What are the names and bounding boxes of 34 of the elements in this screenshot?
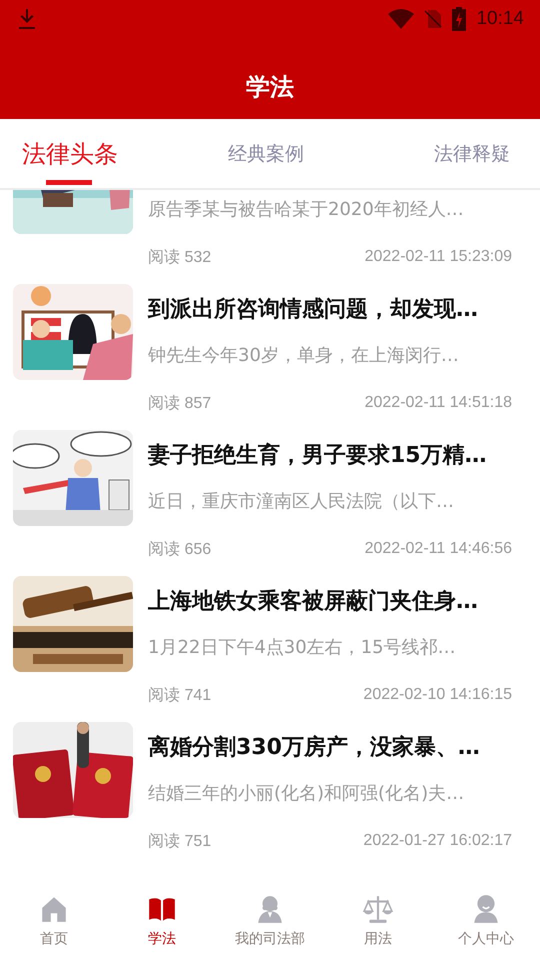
article-title[interactable]: 上海地铁女乘客被屏蔽门夹住身…	[148, 576, 512, 628]
download-icon	[16, 8, 38, 30]
publish-time: 2022-02-11 14:46:56	[364, 540, 512, 558]
article-title[interactable]: 妻子拒绝生育，男子要求15万精…	[148, 430, 512, 482]
nav-tab[interactable]: 我的司法部	[216, 880, 324, 960]
scales-icon	[363, 894, 393, 924]
publish-time: 2022-01-27 16:02:17	[363, 832, 512, 850]
article-summary: 近日，重庆市潼南区人民法院（以下…	[148, 490, 455, 514]
article-summary: 1月22日下午4点30左右，15号线祁…	[148, 636, 457, 660]
read-count: 阅读 532	[148, 248, 212, 268]
nav-tab[interactable]: 个人中心	[432, 880, 540, 960]
publish-time: 2022-02-11 14:51:18	[364, 394, 512, 412]
category-tab[interactable]: 经典案例	[184, 119, 348, 188]
read-count: 阅读 741	[148, 686, 212, 706]
nav-tab[interactable]: 学法	[108, 880, 216, 960]
article-summary: 结婚三年的小丽(化名)和阿强(化名)夫…	[148, 782, 466, 806]
battery-icon	[452, 7, 466, 31]
read-count: 阅读 656	[148, 540, 212, 560]
publish-time: 2022-02-10 14:16:15	[363, 686, 512, 704]
publish-time: 2022-02-11 15:23:09	[364, 248, 512, 266]
wifi-icon	[388, 9, 414, 29]
read-count: 阅读 857	[148, 394, 212, 414]
no-sim-icon	[424, 9, 442, 29]
read-count: 阅读 751	[148, 832, 212, 852]
category-tab[interactable]: 法律释疑	[347, 119, 540, 188]
category-tab[interactable]: 法律头条	[0, 119, 185, 188]
article-title[interactable]: 到派出所咨询情感问题，却发现…	[148, 284, 512, 336]
nav-tab[interactable]: 用法	[324, 880, 432, 960]
status-time: 10:14	[476, 8, 524, 30]
article-title[interactable]: 离婚分割330万房产，没家暴、…	[148, 722, 512, 774]
page-title: 学法	[246, 72, 294, 102]
nav-tab[interactable]: 首页	[0, 880, 108, 960]
article-summary: 钟先生今年30岁，单身，在上海闵行…	[148, 344, 460, 368]
article-summary: 原告季某与被告哈某于2020年初经人…	[148, 198, 465, 222]
